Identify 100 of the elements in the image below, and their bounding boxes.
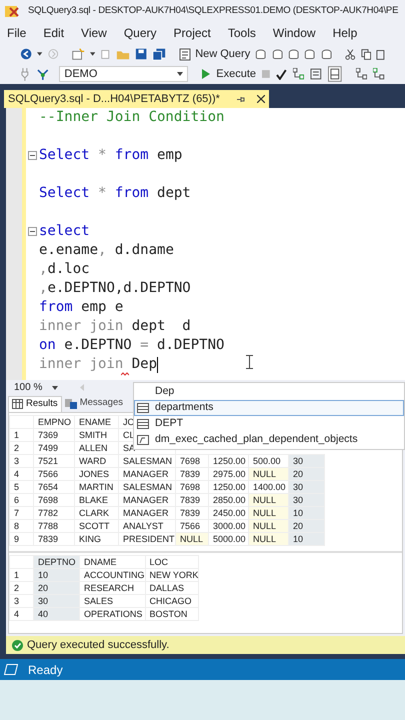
execute-button[interactable]: Execute	[202, 66, 256, 82]
code-line: ,e.DEPTNO,d.DEPTNO	[39, 281, 191, 296]
window-title: SQLQuery3.sql - DESKTOP-AUK7H04\SQLEXPRESS01.DEMO (DESKTOP-AUK7H04\PE	[28, 4, 398, 18]
query-status: Query executed successfully.	[27, 638, 170, 653]
status-icon	[4, 664, 18, 675]
scroll-left-icon	[80, 384, 84, 391]
column-header[interactable]: DNAME	[80, 556, 145, 568]
menu-item[interactable]: File	[7, 24, 26, 42]
row-number[interactable]: 1	[10, 428, 34, 442]
table-cell: 10	[288, 532, 324, 546]
cut-icon	[345, 48, 356, 60]
table-cell: 7839	[176, 494, 208, 506]
table-cell: 7654	[34, 480, 74, 494]
table-cell: 7839	[176, 468, 208, 480]
row-number[interactable]: 3	[10, 454, 34, 468]
table-cell: NULL	[248, 494, 288, 506]
dropdown-arrow-icon	[37, 52, 43, 56]
table-cell: 7782	[34, 506, 74, 520]
plug-icon	[20, 67, 30, 81]
table-cell: MARTIN	[74, 480, 118, 494]
table-cell: MANAGER	[118, 494, 176, 506]
table-cell: OPERATIONS	[80, 608, 145, 620]
table-cell: 30	[288, 494, 324, 506]
table-cell: 7698	[34, 494, 74, 506]
zoom-dropdown[interactable]: 100 %	[14, 380, 72, 395]
row-number[interactable]: 4	[10, 468, 34, 480]
table-cell: BLAKE	[74, 494, 118, 506]
dropdown-arrow-icon	[90, 52, 96, 56]
row-number[interactable]: 6	[10, 494, 34, 506]
suggestion-item[interactable]: departments	[134, 400, 404, 416]
column-header[interactable]: EMPNO	[34, 416, 74, 428]
table-cell: WARD	[74, 454, 118, 468]
row-number[interactable]: 9	[10, 532, 34, 546]
row-number[interactable]: 2	[10, 442, 34, 454]
column-header[interactable]: LOC	[145, 556, 199, 568]
app-logo-icon	[4, 3, 20, 19]
table-cell: 7788	[34, 520, 74, 532]
code-line: select	[39, 224, 90, 239]
squiggle-icon	[121, 372, 129, 376]
save-all-icon	[152, 47, 166, 61]
table-cell: ANALYST	[118, 520, 176, 532]
row-number[interactable]: 5	[10, 480, 34, 494]
collapse-icon[interactable]	[28, 151, 37, 160]
table-cell: SALES	[80, 594, 145, 608]
table-cell: 10	[34, 568, 80, 582]
code-line: Select * from emp	[39, 148, 182, 163]
code-line: on e.DEPTNO = d.DEPTNO	[39, 338, 224, 353]
close-icon	[256, 95, 265, 103]
new-query-button[interactable]: New Query	[179, 46, 250, 62]
table-cell: 7521	[34, 454, 74, 468]
new-file-icon	[100, 48, 111, 60]
table-cell: 20	[288, 520, 324, 532]
column-header[interactable]: ENAME	[74, 416, 118, 428]
menu-item[interactable]: Tools	[228, 24, 256, 42]
table-cell: NULL	[176, 532, 208, 546]
code-line: inner join dept d	[39, 319, 191, 334]
results-tab[interactable]: Results	[8, 396, 62, 412]
code-line: Select * from dept	[39, 186, 191, 201]
table-cell: RESEARCH	[80, 582, 145, 594]
results-to-grid-icon	[328, 66, 342, 82]
table-cell: 7839	[34, 532, 74, 546]
status-text: Ready	[28, 662, 63, 678]
row-number[interactable]: 8	[10, 520, 34, 532]
table-cell: 10	[288, 506, 324, 520]
checkmark-icon	[276, 68, 287, 80]
stop-icon	[262, 70, 270, 78]
table-cell: 1250.00	[208, 454, 248, 468]
table-cell: PRESIDENT	[118, 532, 176, 546]
paste-icon	[376, 48, 385, 60]
table-cell: 20	[34, 582, 80, 594]
table-icon	[137, 419, 149, 429]
grid-icon	[12, 399, 23, 409]
table-cell: 1250.00	[208, 480, 248, 494]
code-line: ,d.loc	[39, 262, 90, 277]
table-cell: KING	[74, 532, 118, 546]
table-cell: NULL	[248, 468, 288, 480]
collapse-icon[interactable]	[28, 227, 37, 236]
document-tab[interactable]: SQLQuery3.sql - D...H04\PETABYTZ (65))*	[4, 90, 269, 108]
menu-item[interactable]: Project	[174, 24, 211, 42]
table-cell: 7499	[34, 442, 74, 454]
menu-item[interactable]: Window	[272, 24, 316, 42]
table-cell: ALLEN	[74, 442, 118, 454]
table-cell: CHICAGO	[145, 594, 199, 608]
code-line: --Inner Join Condition	[39, 110, 224, 125]
column-header[interactable]: DEPTNO	[34, 556, 80, 568]
database-dropdown[interactable]: DEMO	[59, 66, 188, 82]
play-icon	[202, 69, 210, 79]
code-line: from emp e	[39, 300, 124, 315]
row-number[interactable]: 7	[10, 506, 34, 520]
table-cell: BOSTON	[145, 608, 199, 620]
menu-item[interactable]: View	[81, 24, 107, 42]
back-icon	[20, 47, 32, 61]
database-name: DEMO	[64, 66, 98, 82]
table-cell: MANAGER	[118, 468, 176, 480]
menu-item[interactable]: Query	[124, 24, 157, 42]
menu-item[interactable]: Edit	[43, 24, 64, 42]
suggestion-item[interactable]: Dep	[134, 384, 404, 400]
table-cell: NULL	[248, 520, 288, 532]
table-cell: ACCOUNTING	[80, 568, 145, 582]
menu-item[interactable]: Help	[332, 24, 358, 42]
